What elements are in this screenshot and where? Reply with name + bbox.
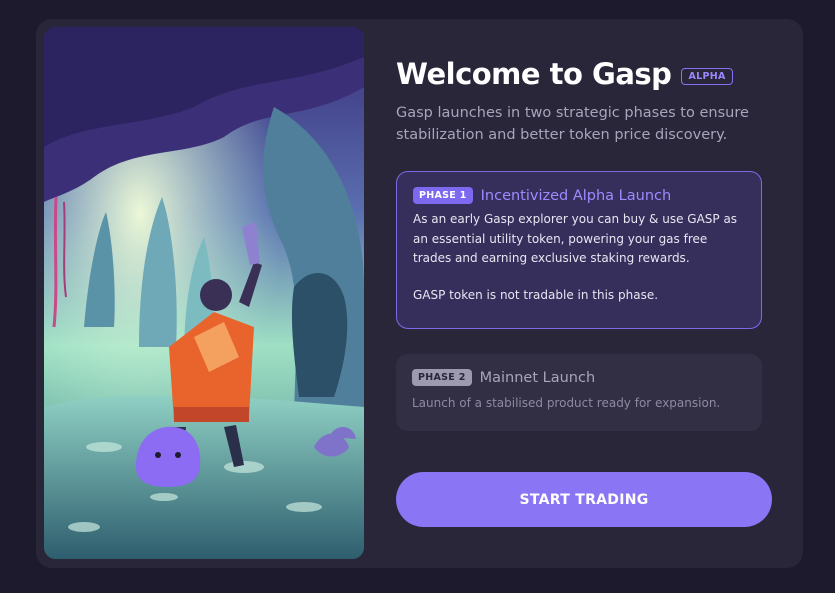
title-row: Welcome to Gasp ALPHA — [396, 57, 733, 91]
phase-2-card: PHASE 2 Mainnet Launch Launch of a stabi… — [396, 354, 762, 431]
phase-1-header: PHASE 1 Incentivized Alpha Launch — [413, 187, 745, 204]
phase-1-description: As an early Gasp explorer you can buy & … — [413, 212, 738, 265]
phase-1-card: PHASE 1 Incentivized Alpha Launch As an … — [396, 171, 762, 329]
phase-1-tag: PHASE 1 — [413, 187, 473, 204]
phase-2-name: Mainnet Launch — [479, 369, 596, 386]
phase-2-description: Launch of a stabilised product ready for… — [412, 396, 721, 410]
phase-1-name: Incentivized Alpha Launch — [480, 187, 672, 204]
phase-2-header: PHASE 2 Mainnet Launch — [412, 369, 746, 386]
alpha-badge: ALPHA — [681, 67, 733, 85]
page-title: Welcome to Gasp — [396, 57, 672, 91]
phase-2-tag: PHASE 2 — [412, 369, 472, 386]
cave-explorer-illustration — [44, 27, 364, 559]
welcome-subtitle: Gasp launches in two strategic phases to… — [396, 105, 749, 143]
phase-1-note: GASP token is not tradable in this phase… — [413, 287, 659, 302]
start-trading-button[interactable]: START TRADING — [396, 472, 772, 527]
welcome-content: Welcome to Gasp ALPHA Gasp launches in t… — [396, 19, 772, 568]
welcome-modal: Welcome to Gasp ALPHA Gasp launches in t… — [36, 19, 803, 568]
